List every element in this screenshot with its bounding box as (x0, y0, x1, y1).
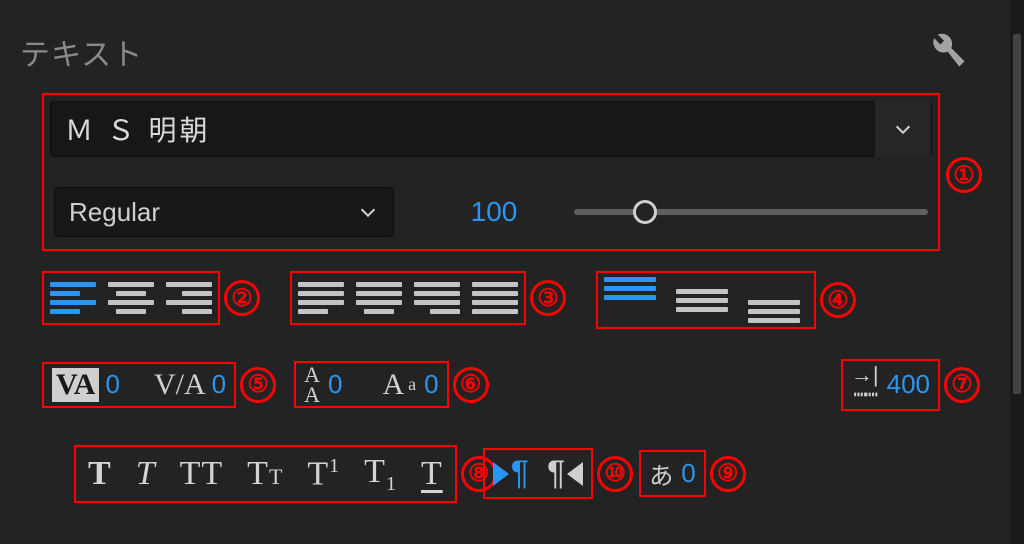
paragraph-direction-group: ¶ ¶ ⑩ (483, 448, 594, 499)
annotation-badge-5: ⑤ (240, 367, 276, 403)
annotation-badge-3: ③ (530, 280, 566, 316)
settings-wrench-icon[interactable] (926, 28, 968, 75)
annotation-badge-6: ⑥ (453, 367, 489, 403)
smallcaps-button[interactable]: TT (247, 455, 283, 493)
justify-last-right-button[interactable] (414, 277, 460, 319)
justify-last-left-button[interactable] (298, 277, 344, 319)
bold-button[interactable]: T (88, 455, 112, 493)
slider-thumb[interactable] (633, 200, 657, 224)
chevron-down-icon (357, 201, 379, 223)
tab-width-input[interactable]: 400 (887, 369, 930, 400)
chevron-down-icon (892, 118, 914, 140)
align-right-button[interactable] (166, 277, 212, 319)
font-size-slider[interactable] (574, 209, 928, 215)
vertical-align-group: ④ (596, 271, 816, 329)
kerning-input[interactable]: 0 (212, 369, 226, 400)
justify-all-button[interactable] (472, 277, 518, 319)
tsume-input[interactable]: 0 (681, 458, 695, 489)
scrollbar-thumb[interactable] (1013, 34, 1021, 394)
triangle-right-icon (493, 462, 509, 486)
tab-width-group: →|┉┉ 400 ⑦ (841, 359, 940, 411)
superscript-button[interactable]: T1 (307, 455, 340, 493)
leading-icon: AA (304, 367, 320, 402)
annotation-badge-1: ① (946, 157, 982, 193)
baseline-shift-icon: Aa (382, 368, 416, 402)
text-style-group: T T TT TT T1 T1 T ⑧ (74, 445, 457, 504)
justify-group: ③ (290, 271, 526, 325)
font-family-dropdown-button[interactable] (875, 101, 931, 157)
tsume-group: あ 0 ⑨ (639, 450, 705, 497)
valign-middle-button[interactable] (676, 277, 736, 323)
font-size-input[interactable]: 100 (444, 196, 544, 228)
annotation-badge-10: ⑩ (597, 456, 633, 492)
annotation-badge-2: ② (224, 280, 260, 316)
valign-top-button[interactable] (604, 277, 664, 323)
panel-title: テキスト (20, 30, 143, 74)
tracking-kerning-group: VA 0 V/A 0 ⑤ (42, 362, 236, 408)
italic-button[interactable]: T (136, 455, 156, 493)
tracking-input[interactable]: 0 (105, 369, 119, 400)
annotation-badge-9: ⑨ (710, 456, 746, 492)
annotation-badge-7: ⑦ (944, 367, 980, 403)
rtl-button[interactable]: ¶ (547, 454, 583, 493)
leading-baseline-group: AA 0 Aa 0 ⑥ (294, 361, 449, 408)
subscript-button[interactable]: T1 (364, 453, 397, 496)
justify-last-center-button[interactable] (356, 277, 402, 319)
leading-input[interactable]: 0 (328, 369, 342, 400)
font-family-input[interactable]: Ｍ Ｓ 明朝 (65, 109, 875, 149)
font-style-value: Regular (69, 197, 357, 228)
align-center-button[interactable] (108, 277, 154, 319)
align-left-button[interactable] (50, 277, 96, 319)
triangle-left-icon (567, 462, 583, 486)
kerning-icon: V/A (154, 368, 206, 402)
ltr-button[interactable]: ¶ (493, 454, 529, 493)
tracking-icon: VA (52, 368, 99, 402)
vertical-scrollbar[interactable] (1010, 0, 1024, 544)
font-style-select[interactable]: Regular (54, 187, 394, 237)
baseline-shift-input[interactable]: 0 (424, 369, 438, 400)
text-align-group: ② (42, 271, 220, 325)
annotation-badge-4: ④ (820, 282, 856, 318)
valign-bottom-button[interactable] (748, 277, 808, 323)
underline-button[interactable]: T (421, 455, 443, 493)
tsume-icon: あ (649, 456, 673, 491)
font-settings-group: ① Ｍ Ｓ 明朝 Regular 100 (42, 93, 940, 251)
allcaps-button[interactable]: TT (180, 455, 224, 493)
tab-width-icon: →|┉┉ (851, 365, 879, 405)
